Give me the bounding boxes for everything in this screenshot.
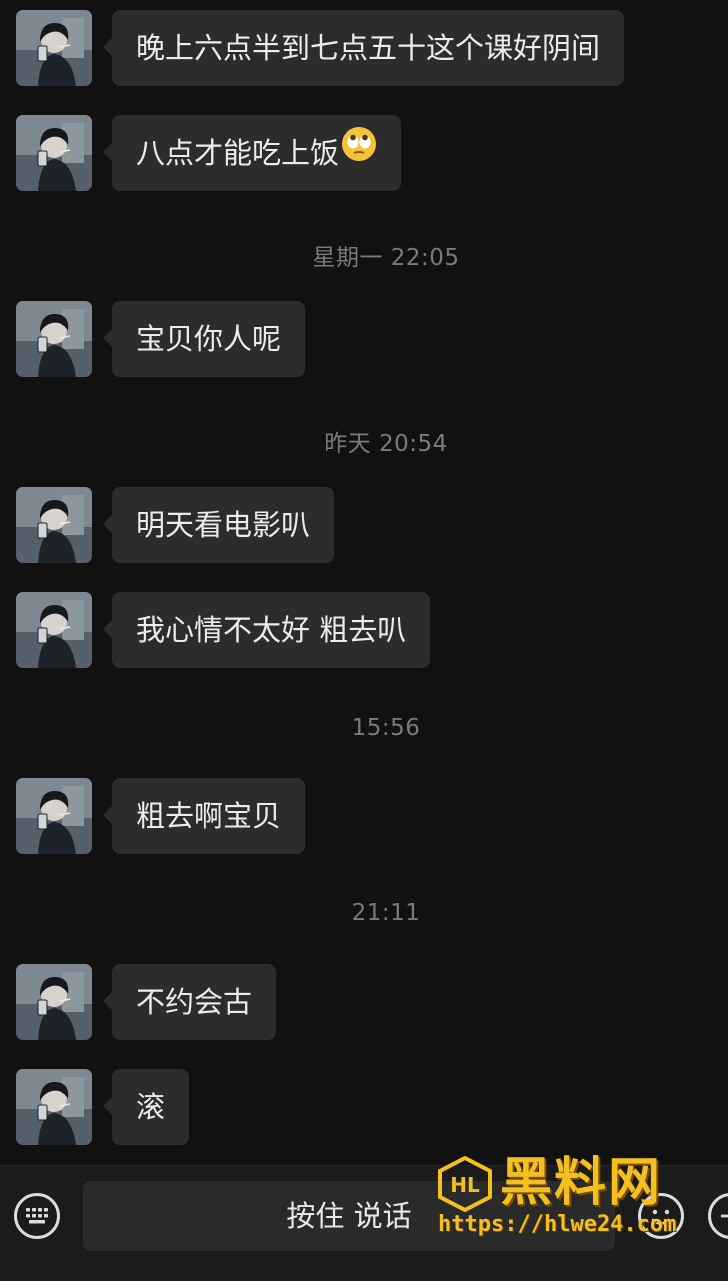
watermark: HL 黑料网 https://hlwe24.com	[436, 1152, 708, 1244]
message-bubble[interactable]: 明天看电影叭	[102, 487, 335, 563]
svg-text:HL: HL	[450, 1173, 480, 1197]
avatar[interactable]	[16, 964, 92, 1040]
message-text: 不约会古	[136, 985, 253, 1019]
message-text: 晚上六点半到七点五十这个课好阴间	[136, 31, 601, 65]
message-bubble[interactable]: 粗去啊宝贝	[102, 778, 306, 854]
message-text: 滚	[136, 1090, 166, 1124]
message-text: 宝贝你人呢	[136, 322, 282, 356]
message-text: 我心情不太好 粗去叭	[136, 613, 407, 647]
watermark-logo-icon: HL	[436, 1155, 494, 1216]
message-row: 晚上六点半到七点五十这个课好阴间	[16, 10, 656, 86]
message-bubble[interactable]: 宝贝你人呢	[102, 301, 306, 377]
message-row: 明天看电影叭	[16, 487, 346, 563]
message-bubble[interactable]: 晚上六点半到七点五十这个课好阴间	[102, 10, 625, 86]
plus-button[interactable]	[708, 1193, 728, 1239]
eye-roll-emoji-icon	[341, 114, 377, 190]
message-bubble[interactable]: 滚	[102, 1069, 190, 1145]
keyboard-icon	[17, 1208, 57, 1240]
avatar[interactable]	[16, 115, 92, 191]
avatar[interactable]	[16, 301, 92, 377]
message-row: 宝贝你人呢	[16, 301, 316, 377]
avatar[interactable]	[16, 10, 92, 86]
timestamp: 昨天 20:54	[324, 431, 448, 457]
message-row: 滚	[16, 1069, 206, 1145]
avatar[interactable]	[16, 1069, 92, 1145]
message-bubble[interactable]: 我心情不太好 粗去叭	[102, 592, 431, 668]
avatar[interactable]	[16, 592, 92, 668]
message-row: 粗去啊宝贝	[16, 778, 316, 854]
avatar[interactable]	[16, 487, 92, 563]
avatar[interactable]	[16, 778, 92, 854]
message-row: 不约会古	[16, 964, 286, 1040]
chat-area[interactable]: 晚上六点半到七点五十这个课好阴间 八点才能吃上饭 星期一 22:05 宝贝你人呢…	[0, 0, 728, 1165]
timestamp: 星期一 22:05	[312, 245, 460, 271]
timestamp: 15:56	[351, 715, 421, 741]
watermark-title: 黑料网	[500, 1153, 663, 1213]
message-row: 我心情不太好 粗去叭	[16, 592, 446, 668]
plus-icon	[711, 1214, 728, 1240]
message-text: 八点才能吃上饭	[136, 136, 340, 170]
message-text: 粗去啊宝贝	[136, 799, 282, 833]
message-text: 明天看电影叭	[136, 508, 311, 542]
message-bubble[interactable]: 不约会古	[102, 964, 277, 1040]
keyboard-button[interactable]	[14, 1193, 60, 1239]
message-bubble[interactable]: 八点才能吃上饭	[102, 114, 402, 191]
watermark-url: https://hlwe24.com	[438, 1212, 677, 1237]
message-row: 八点才能吃上饭	[16, 115, 416, 191]
timestamp: 21:11	[351, 900, 421, 926]
